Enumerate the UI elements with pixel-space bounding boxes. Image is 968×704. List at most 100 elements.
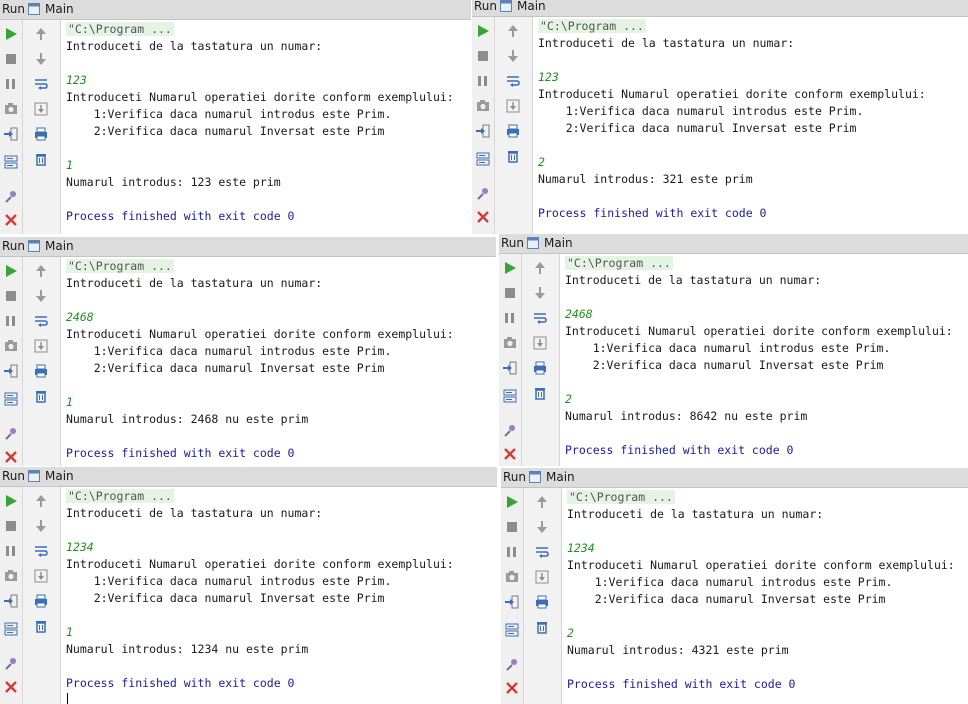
trash-icon[interactable] — [532, 385, 548, 401]
camera-icon[interactable] — [3, 101, 19, 117]
pin-icon[interactable] — [3, 425, 19, 441]
down-arrow-icon[interactable] — [33, 518, 49, 534]
soft-wrap-icon[interactable] — [505, 73, 521, 89]
pause-icon[interactable] — [502, 310, 518, 326]
pin-icon[interactable] — [502, 422, 518, 438]
camera-icon[interactable] — [475, 98, 491, 114]
run-label[interactable]: Run — [2, 469, 25, 483]
layout-icon[interactable] — [504, 622, 520, 638]
run-label[interactable]: Run — [474, 0, 497, 13]
run-icon[interactable] — [3, 26, 19, 42]
soft-wrap-icon[interactable] — [33, 543, 49, 559]
stop-icon[interactable] — [475, 48, 491, 64]
pin-icon[interactable] — [504, 656, 520, 672]
up-arrow-icon[interactable] — [33, 493, 49, 509]
import-icon[interactable] — [3, 126, 19, 142]
stop-icon[interactable] — [502, 285, 518, 301]
soft-wrap-icon[interactable] — [33, 76, 49, 92]
print-icon[interactable] — [505, 123, 521, 139]
layout-icon[interactable] — [475, 151, 491, 167]
close-icon[interactable] — [3, 449, 19, 465]
import-icon[interactable] — [3, 593, 19, 609]
close-icon[interactable] — [475, 209, 491, 225]
console-output[interactable]: "C:\Program ... Introduceti de la tastatu… — [565, 254, 968, 466]
scroll-to-end-icon[interactable] — [33, 568, 49, 584]
trash-icon[interactable] — [33, 388, 49, 404]
run-label[interactable]: Run — [2, 2, 25, 16]
import-icon[interactable] — [504, 594, 520, 610]
print-icon[interactable] — [33, 363, 49, 379]
print-icon[interactable] — [33, 593, 49, 609]
camera-icon[interactable] — [504, 569, 520, 585]
tab-main[interactable]: Main — [45, 2, 74, 16]
up-arrow-icon[interactable] — [534, 494, 550, 510]
trash-icon[interactable] — [534, 619, 550, 635]
pause-icon[interactable] — [475, 73, 491, 89]
camera-icon[interactable] — [3, 338, 19, 354]
import-icon[interactable] — [475, 123, 491, 139]
tab-main[interactable]: Main — [45, 239, 74, 253]
trash-icon[interactable] — [505, 148, 521, 164]
scroll-to-end-icon[interactable] — [534, 569, 550, 585]
print-icon[interactable] — [532, 360, 548, 376]
import-icon[interactable] — [502, 360, 518, 376]
down-arrow-icon[interactable] — [534, 519, 550, 535]
down-arrow-icon[interactable] — [532, 285, 548, 301]
tab-main[interactable]: Main — [546, 470, 575, 484]
soft-wrap-icon[interactable] — [532, 310, 548, 326]
run-label[interactable]: Run — [2, 239, 25, 253]
close-icon[interactable] — [504, 680, 520, 696]
trash-icon[interactable] — [33, 151, 49, 167]
print-icon[interactable] — [33, 126, 49, 142]
scroll-to-end-icon[interactable] — [505, 98, 521, 114]
close-icon[interactable] — [3, 679, 19, 695]
console-output[interactable]: "C:\Program ... Introduceti de la tastatu… — [567, 488, 968, 704]
console-output[interactable]: "C:\Program ... Introduceti de la tastatu… — [538, 17, 968, 234]
console-output[interactable]: "C:\Program ... Introduceti de la tastatu… — [66, 20, 471, 234]
layout-icon[interactable] — [3, 154, 19, 170]
camera-icon[interactable] — [3, 568, 19, 584]
soft-wrap-icon[interactable] — [534, 544, 550, 560]
tab-main[interactable]: Main — [544, 236, 573, 250]
camera-icon[interactable] — [502, 335, 518, 351]
close-icon[interactable] — [3, 212, 19, 228]
print-icon[interactable] — [534, 594, 550, 610]
layout-icon[interactable] — [3, 621, 19, 637]
stop-icon[interactable] — [3, 51, 19, 67]
close-icon[interactable] — [502, 446, 518, 462]
pause-icon[interactable] — [3, 313, 19, 329]
down-arrow-icon[interactable] — [505, 48, 521, 64]
import-icon[interactable] — [3, 363, 19, 379]
up-arrow-icon[interactable] — [33, 263, 49, 279]
pause-icon[interactable] — [504, 544, 520, 560]
down-arrow-icon[interactable] — [33, 51, 49, 67]
console-output[interactable]: "C:\Program ... Introduceti de la tastatu… — [66, 487, 497, 704]
up-arrow-icon[interactable] — [532, 260, 548, 276]
scroll-to-end-icon[interactable] — [33, 101, 49, 117]
up-arrow-icon[interactable] — [33, 26, 49, 42]
layout-icon[interactable] — [3, 391, 19, 407]
run-label[interactable]: Run — [501, 236, 524, 250]
run-icon[interactable] — [3, 263, 19, 279]
layout-icon[interactable] — [502, 388, 518, 404]
stop-icon[interactable] — [504, 519, 520, 535]
trash-icon[interactable] — [33, 618, 49, 634]
run-icon[interactable] — [3, 493, 19, 509]
pin-icon[interactable] — [3, 655, 19, 671]
soft-wrap-icon[interactable] — [33, 313, 49, 329]
down-arrow-icon[interactable] — [33, 288, 49, 304]
pause-icon[interactable] — [3, 76, 19, 92]
stop-icon[interactable] — [3, 288, 19, 304]
run-icon[interactable] — [504, 494, 520, 510]
pin-icon[interactable] — [475, 185, 491, 201]
pause-icon[interactable] — [3, 543, 19, 559]
run-icon[interactable] — [502, 260, 518, 276]
tab-main[interactable]: Main — [517, 0, 546, 13]
console-output[interactable]: "C:\Program ... Introduceti de la tastatu… — [66, 257, 496, 466]
scroll-to-end-icon[interactable] — [532, 335, 548, 351]
run-label[interactable]: Run — [503, 470, 526, 484]
tab-main[interactable]: Main — [45, 469, 74, 483]
pin-icon[interactable] — [3, 188, 19, 204]
scroll-to-end-icon[interactable] — [33, 338, 49, 354]
run-icon[interactable] — [475, 23, 491, 39]
